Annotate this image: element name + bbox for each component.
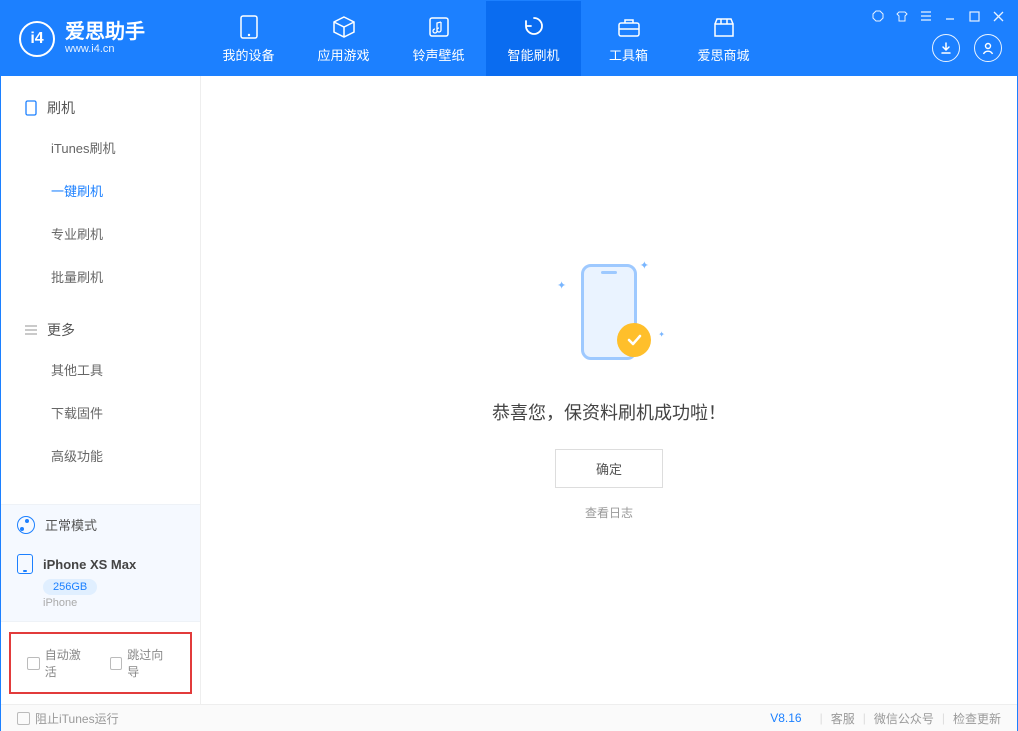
sidebar-item-batch-flash[interactable]: 批量刷机 [1,255,200,298]
maximize-icon[interactable] [967,9,981,23]
check-update-link[interactable]: 检查更新 [953,710,1001,727]
version-label: V8.16 [770,711,801,725]
block-itunes-checkbox[interactable]: 阻止iTunes运行 [17,710,119,727]
app-title: 爱思助手 [65,21,145,43]
phone-icon [236,14,262,40]
sidebar-item-advanced[interactable]: 高级功能 [1,434,200,477]
status-bar: 阻止iTunes运行 V8.16 | 客服 | 微信公众号 | 检查更新 [1,704,1017,731]
window-controls [871,9,1005,23]
sparkle-icon: ✦ [640,259,649,272]
store-icon [711,14,737,40]
skip-guide-checkbox[interactable]: 跳过向导 [110,646,175,680]
view-log-link[interactable]: 查看日志 [585,504,633,521]
sidebar-item-download-firmware[interactable]: 下载固件 [1,391,200,434]
success-illustration: ✦ ✦ ✦ [549,259,669,369]
sidebar-item-pro-flash[interactable]: 专业刷机 [1,212,200,255]
logo-icon: i4 [19,21,55,57]
success-message: 恭喜您，保资料刷机成功啦！ [492,399,726,425]
mode-icon [17,516,35,534]
download-button[interactable] [932,34,960,62]
tab-store[interactable]: 爱思商城 [676,1,771,76]
sparkle-icon: ✦ [658,330,665,339]
tab-apps-games[interactable]: 应用游戏 [296,1,391,76]
device-mode-label: 正常模式 [45,515,97,534]
device-group-icon [23,100,39,116]
tab-smart-flash[interactable]: 智能刷机 [486,1,581,76]
nav-tabs: 我的设备 应用游戏 铃声壁纸 智能刷机 工具箱 爱思商城 [201,1,771,76]
flash-options-highlighted: 自动激活 跳过向导 [9,632,192,694]
device-capacity-badge: 256GB [43,579,97,595]
app-subtitle: www.i4.cn [65,43,145,55]
device-icon [17,554,33,574]
device-mode-row[interactable]: 正常模式 [1,504,200,544]
feedback-icon[interactable] [871,9,885,23]
device-type: iPhone [43,597,184,609]
sidebar-group-more: 更多 [1,312,200,348]
skin-icon[interactable] [895,9,909,23]
tab-ringtone-wallpaper[interactable]: 铃声壁纸 [391,1,486,76]
close-icon[interactable] [991,9,1005,23]
music-note-icon [426,14,452,40]
refresh-shield-icon [521,14,547,40]
device-name: iPhone XS Max [43,557,136,572]
sidebar-item-other-tools[interactable]: 其他工具 [1,348,200,391]
sidebar-group-flash: 刷机 [1,90,200,126]
sidebar-item-oneclick-flash[interactable]: 一键刷机 [1,169,200,212]
toolbox-icon [616,14,642,40]
sparkle-icon: ✦ [557,279,566,292]
tab-toolbox[interactable]: 工具箱 [581,1,676,76]
user-button[interactable] [974,34,1002,62]
wechat-link[interactable]: 微信公众号 [874,710,934,727]
menu-icon[interactable] [919,9,933,23]
sidebar-item-itunes-flash[interactable]: iTunes刷机 [1,126,200,169]
tab-my-device[interactable]: 我的设备 [201,1,296,76]
minimize-icon[interactable] [943,9,957,23]
check-badge-icon [617,323,651,357]
more-group-icon [23,322,39,338]
app-logo: i4 爱思助手 www.i4.cn [1,21,201,57]
sidebar: 刷机 iTunes刷机 一键刷机 专业刷机 批量刷机 更多 其他工具 下载固件 … [1,76,201,704]
cube-icon [331,14,357,40]
title-bar: i4 爱思助手 www.i4.cn 我的设备 应用游戏 铃声壁纸 智能刷机 工具… [1,1,1017,76]
support-link[interactable]: 客服 [831,710,855,727]
main-panel: ✦ ✦ ✦ 恭喜您，保资料刷机成功啦！ 确定 查看日志 [201,76,1017,704]
ok-button[interactable]: 确定 [555,449,663,488]
auto-activate-checkbox[interactable]: 自动激活 [27,646,92,680]
device-info[interactable]: iPhone XS Max 256GB iPhone [1,544,200,622]
